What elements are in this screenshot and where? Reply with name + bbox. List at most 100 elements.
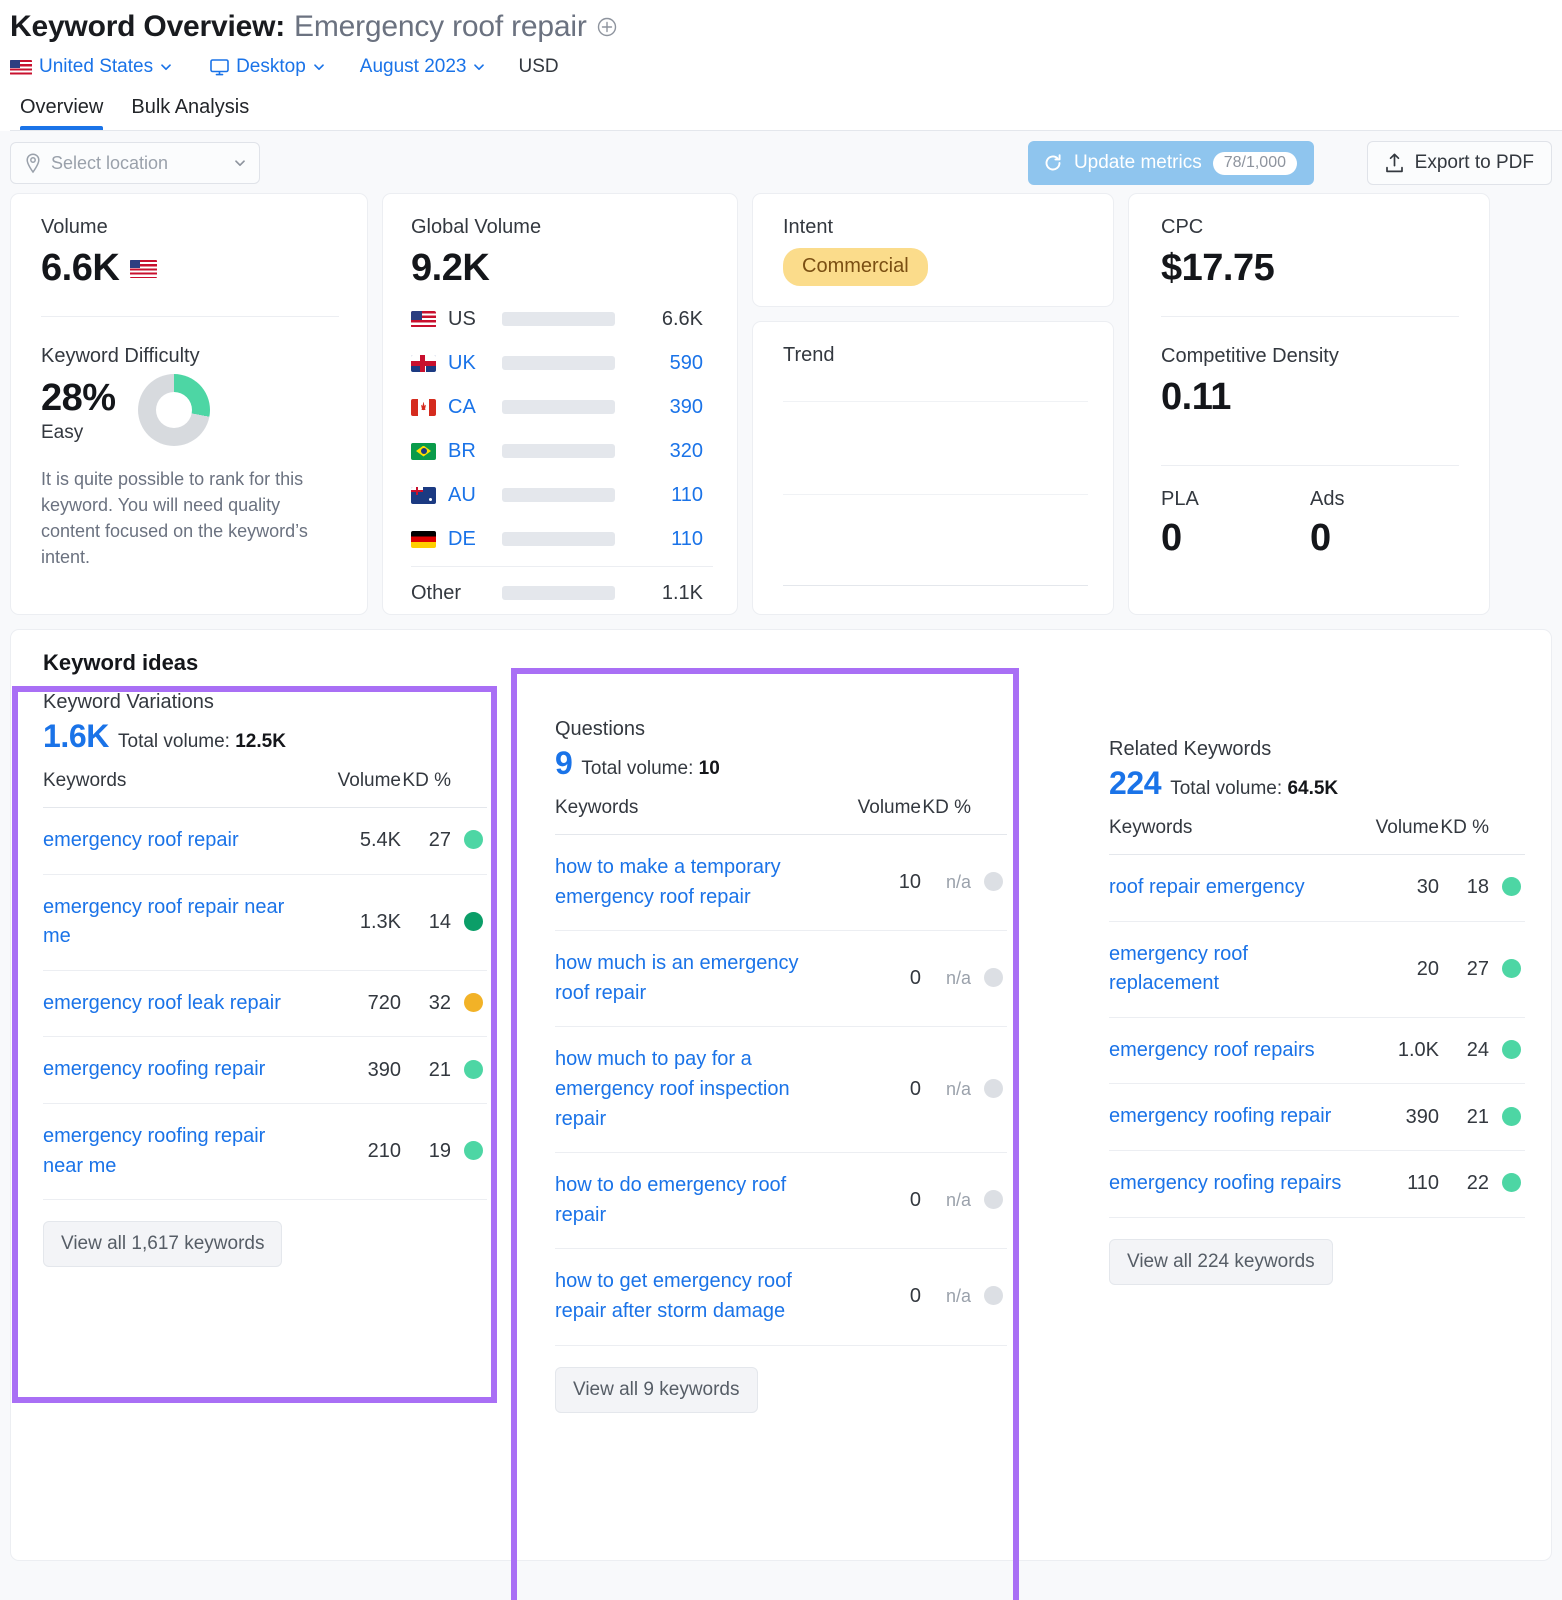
uk-flag-icon bbox=[411, 354, 436, 372]
keyword-link[interactable]: emergency roof repairs bbox=[1109, 1016, 1365, 1084]
keyword-link[interactable]: how to get emergency roof repair after s… bbox=[555, 1248, 847, 1345]
keyword-ideas-title: Keyword ideas bbox=[43, 650, 199, 675]
keyword-link[interactable]: emergency roofing repair bbox=[43, 1036, 327, 1104]
page-title: Keyword Overview: Emergency roof repair bbox=[10, 10, 1562, 44]
tab-bulk-analysis[interactable]: Bulk Analysis bbox=[131, 96, 249, 130]
plus-circle-icon[interactable] bbox=[597, 17, 617, 37]
date-selector[interactable]: August 2023 bbox=[360, 56, 486, 78]
global-volume-row[interactable]: UK 590 bbox=[411, 341, 713, 385]
tab-overview[interactable]: Overview bbox=[20, 96, 104, 130]
keyword-overview-page: Keyword Overview: Emergency roof repair … bbox=[0, 0, 1562, 1600]
keyword-link[interactable]: emergency roof replacement bbox=[1109, 920, 1365, 1018]
keyword-link[interactable]: how to make a temporary emergency roof r… bbox=[555, 833, 847, 931]
country-volume: 320 bbox=[669, 439, 703, 462]
table-row[interactable]: how to make a temporary emergency roof r… bbox=[555, 833, 1007, 931]
keyword-link[interactable]: emergency roofing repair near me bbox=[43, 1102, 327, 1200]
table-row[interactable]: emergency roofing repair 390 21 bbox=[43, 1036, 487, 1104]
ads-value: 0 bbox=[1310, 517, 1332, 559]
device-selector[interactable]: Desktop bbox=[210, 56, 325, 78]
volume-bar-track bbox=[502, 356, 615, 370]
table-row[interactable]: how to do emergency roof repair 0 n/a bbox=[555, 1152, 1007, 1249]
select-location-dropdown[interactable]: Select location bbox=[10, 142, 260, 184]
us-flag-icon bbox=[10, 59, 32, 75]
global-volume-row[interactable]: AU 110 bbox=[411, 473, 713, 517]
ads-label: Ads bbox=[1310, 488, 1345, 510]
keyword-volume: 10 bbox=[847, 833, 921, 931]
kd-indicator-dot bbox=[1502, 877, 1521, 897]
section-title: Questions bbox=[555, 718, 646, 740]
table-row[interactable]: emergency roofing repair near me 210 19 bbox=[43, 1102, 487, 1200]
view-all-button[interactable]: View all 1,617 keywords bbox=[43, 1221, 283, 1268]
country-selector[interactable]: United States bbox=[10, 56, 172, 78]
keyword-kd: n/a bbox=[921, 1152, 1007, 1249]
keyword-kd: 21 bbox=[1439, 1083, 1525, 1151]
table-footer: View all 1,617 keywords bbox=[43, 1199, 487, 1268]
keyword-link[interactable]: emergency roofing repair bbox=[1109, 1083, 1365, 1151]
keyword-kd: n/a bbox=[921, 1248, 1007, 1345]
keyword-link[interactable]: emergency roofing repairs bbox=[1109, 1149, 1365, 1217]
table-row[interactable]: emergency roof repairs 1.0K 24 bbox=[1109, 1016, 1525, 1084]
table-row[interactable]: roof repair emergency 30 18 bbox=[1109, 854, 1525, 922]
other-label: Other bbox=[411, 581, 462, 604]
col-volume[interactable]: Volume bbox=[327, 764, 401, 808]
keyword-link[interactable]: roof repair emergency bbox=[1109, 854, 1365, 922]
col-keywords[interactable]: Keywords bbox=[555, 791, 847, 835]
col-kd[interactable]: KD % bbox=[401, 764, 487, 808]
volume-bar-track bbox=[502, 586, 615, 600]
update-metrics-button[interactable]: Update metrics 78/1,000 bbox=[1027, 141, 1314, 185]
table-row[interactable]: emergency roof replacement 20 27 bbox=[1109, 920, 1525, 1018]
table-footer: View all 9 keywords bbox=[555, 1344, 1007, 1413]
col-volume[interactable]: Volume bbox=[1365, 811, 1439, 855]
keyword-link[interactable]: how much to pay for a emergency roof ins… bbox=[555, 1026, 847, 1153]
table-row[interactable]: emergency roofing repairs 110 22 bbox=[1109, 1149, 1525, 1217]
keyword-link[interactable]: emergency roof leak repair bbox=[43, 969, 327, 1037]
country-code: DE bbox=[448, 527, 476, 550]
col-kd[interactable]: KD % bbox=[1439, 811, 1525, 855]
keyword-link[interactable]: emergency roof repair bbox=[43, 807, 327, 875]
country-code: AU bbox=[448, 483, 476, 506]
global-volume-row[interactable]: US 6.6K bbox=[411, 297, 713, 341]
table-row[interactable]: how much is an emergency roof repair 0 n… bbox=[555, 930, 1007, 1027]
table-row[interactable]: emergency roofing repair 390 21 bbox=[1109, 1083, 1525, 1151]
keyword-link[interactable]: how to do emergency roof repair bbox=[555, 1152, 847, 1249]
global-volume-row[interactable]: CA 390 bbox=[411, 385, 713, 429]
view-all-button[interactable]: View all 224 keywords bbox=[1109, 1238, 1333, 1285]
keyword-kd: 32 bbox=[401, 969, 487, 1037]
table-row[interactable]: how to get emergency roof repair after s… bbox=[555, 1248, 1007, 1345]
toolbar: Select location Update metrics 78/1,000 … bbox=[0, 131, 1562, 193]
divider bbox=[411, 566, 713, 567]
keyword-link[interactable]: emergency roof repair near me bbox=[43, 873, 327, 971]
de-flag-icon bbox=[411, 530, 436, 548]
country-volume: 110 bbox=[671, 527, 703, 550]
section-summary: 9 Total volume: 10 bbox=[555, 745, 1007, 782]
metric-cards-row: Volume 6.6K Keyword Difficulty 28% Easy … bbox=[0, 193, 1562, 615]
col-volume[interactable]: Volume bbox=[847, 791, 921, 835]
export-to-pdf-button[interactable]: Export to PDF bbox=[1366, 141, 1552, 185]
table-row[interactable]: emergency roof repair near me 1.3K 14 bbox=[43, 873, 487, 971]
keyword-volume: 390 bbox=[1365, 1083, 1439, 1151]
keyword-link[interactable]: how much is an emergency roof repair bbox=[555, 930, 847, 1027]
country-volume: 390 bbox=[669, 395, 703, 418]
keyword-volume: 20 bbox=[1365, 920, 1439, 1018]
col-keywords[interactable]: Keywords bbox=[43, 764, 327, 808]
br-flag-icon bbox=[411, 442, 436, 460]
section-count: 224 bbox=[1109, 765, 1162, 801]
kd-indicator-dot bbox=[1502, 1106, 1521, 1126]
volume-bar-track bbox=[502, 444, 615, 458]
filters-row: United States Desktop August 2023 USD bbox=[10, 56, 1562, 78]
competitive-density-label: Competitive Density bbox=[1161, 345, 1339, 367]
ads-metric: Ads 0 bbox=[1310, 488, 1459, 560]
country-code: UK bbox=[448, 351, 476, 374]
table-row[interactable]: emergency roof leak repair 720 32 bbox=[43, 969, 487, 1037]
table-row[interactable]: how much to pay for a emergency roof ins… bbox=[555, 1026, 1007, 1153]
section-total-volume: Total volume: 12.5K bbox=[118, 731, 286, 752]
keyword-kd: 24 bbox=[1439, 1016, 1525, 1084]
col-kd[interactable]: KD % bbox=[921, 791, 1007, 835]
global-volume-row[interactable]: BR 320 bbox=[411, 429, 713, 473]
global-volume-row[interactable]: DE 110 bbox=[411, 517, 713, 561]
col-keywords[interactable]: Keywords bbox=[1109, 811, 1365, 855]
update-metrics-count: 78/1,000 bbox=[1212, 151, 1297, 175]
view-all-button[interactable]: View all 9 keywords bbox=[555, 1366, 758, 1413]
pla-label: PLA bbox=[1161, 488, 1199, 510]
table-row[interactable]: emergency roof repair 5.4K 27 bbox=[43, 807, 487, 875]
